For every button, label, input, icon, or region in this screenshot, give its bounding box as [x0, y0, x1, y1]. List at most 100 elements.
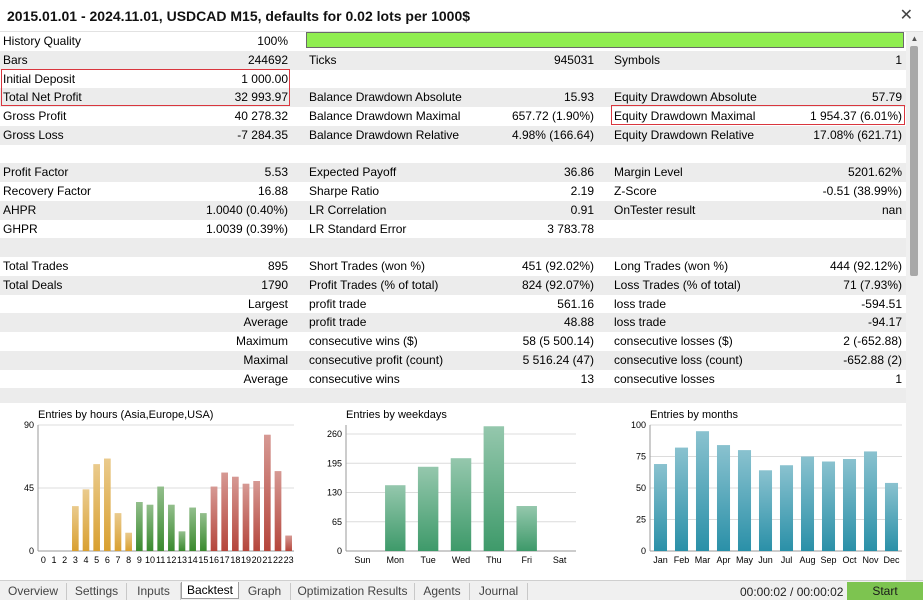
tab-optimization-results[interactable]: Optimization Results	[291, 583, 415, 600]
report-value-1: -7 284.35	[237, 127, 288, 142]
report-value-1: 1.0039 (0.39%)	[205, 221, 288, 236]
report-value-1: 1 000.00	[241, 71, 288, 86]
report-label-1: Total Net Profit	[3, 90, 82, 105]
tab-graph[interactable]: Graph	[239, 583, 291, 600]
tab-journal[interactable]: Journal	[470, 583, 528, 600]
tab-inputs[interactable]: Inputs	[127, 583, 181, 600]
report-row	[0, 145, 906, 164]
chart-bar-shine	[516, 506, 537, 551]
chart-bar-shine	[146, 504, 154, 551]
x-tick-label: Sun	[354, 555, 370, 565]
report-value-2: 945031	[553, 52, 594, 67]
x-tick-label: Apr	[716, 555, 730, 565]
y-tick-label: 260	[327, 429, 342, 439]
chart-bar-shine	[253, 481, 260, 551]
chart-bar-shine	[136, 502, 143, 551]
report-value-2: 561.16	[557, 296, 594, 311]
tab-settings[interactable]: Settings	[67, 583, 127, 600]
y-tick-label: 0	[641, 546, 646, 556]
report-label-3: Long Trades (won %)	[614, 259, 729, 273]
x-tick-label: 18	[230, 555, 240, 565]
y-tick-label: 75	[636, 452, 646, 462]
chart-bar-shine	[695, 431, 710, 551]
x-tick-label: 16	[209, 555, 219, 565]
scroll-thumb[interactable]	[910, 46, 918, 276]
x-tick-label: Tue	[421, 555, 436, 565]
chart-bar-shine	[168, 504, 175, 551]
chart-title: Entries by hours (Asia,Europe,USA)	[38, 409, 213, 421]
x-tick-label: Jun	[758, 555, 773, 565]
title-bar: 2015.01.01 - 2024.11.01, USDCAD M15, def…	[0, 0, 923, 32]
report-row: Gross Profit 40 278.32 Balance Drawdown Ma…	[0, 107, 906, 126]
x-tick-label: 14	[188, 555, 198, 565]
tab-agents[interactable]: Agents	[415, 583, 470, 600]
x-tick-label: Fri	[521, 555, 532, 565]
report-row: Total Deals 1790 Profit Trades (% of total…	[0, 275, 906, 295]
report-label-1: GHPR	[3, 221, 38, 236]
y-tick-label: 90	[24, 420, 34, 430]
report-label-3: Symbols	[614, 52, 661, 67]
scroll-up-icon[interactable]: ▲	[906, 32, 923, 46]
chart-bar-shine	[779, 465, 794, 551]
report-label-2: consecutive profit (count)	[309, 352, 444, 367]
report-row: GHPR 1.0039 (0.39%) LR Standard Error 3 783…	[0, 220, 906, 239]
tab-overview[interactable]: Overview	[0, 583, 67, 600]
x-tick-label: Nov	[862, 555, 879, 565]
report-row: Maximum consecutive wins ($) 58 (5 500.14)…	[0, 332, 906, 351]
tab-backtest[interactable]: Backtest	[181, 582, 239, 599]
report-value-1: 40 278.32	[234, 109, 288, 123]
chart-bar-shine	[285, 535, 292, 551]
report-value-3: 1	[895, 371, 902, 386]
chart-bar-shine	[125, 532, 132, 551]
report-row: Profit Factor 5.53 Expected Payoff 36.86 Mar…	[0, 163, 906, 182]
report-value-3: 1 954.37 (6.01%)	[809, 109, 902, 123]
report-label-1: Maximum	[235, 334, 288, 348]
report-value-3: 5201.62%	[847, 165, 902, 180]
report-value-3: nan	[881, 202, 902, 217]
chart-0: Entries by hours (Asia,Europe,USA) 0 45 90 0…	[24, 409, 294, 565]
chart-bar-shine	[114, 513, 122, 551]
x-tick-label: 6	[105, 555, 110, 565]
vertical-scrollbar[interactable]: ▲	[906, 32, 923, 580]
report-label-1: Average	[243, 315, 288, 330]
report-label-3: Equity Drawdown Maximal	[614, 109, 756, 123]
chart-bar-shine	[884, 482, 899, 551]
report-label-2: consecutive wins	[309, 371, 400, 386]
x-tick-label: Jul	[781, 555, 793, 565]
charts-area: Entries by hours (Asia,Europe,USA) 0 45 90 0…	[0, 403, 906, 580]
x-tick-label: Wed	[452, 555, 470, 565]
report-label-2: consecutive wins ($)	[309, 334, 418, 348]
chart-bar-shine	[716, 445, 731, 551]
tab-bar: Overview Settings Inputs Backtest Graph …	[0, 580, 923, 600]
report-label-2: Ticks	[309, 52, 337, 67]
chart-bar-shine	[653, 464, 668, 551]
start-button[interactable]: Start	[847, 582, 923, 600]
x-tick-label: 20	[252, 555, 262, 565]
x-tick-label: 17	[220, 555, 230, 565]
report-value-2: 15.93	[563, 90, 594, 105]
report-row: Recovery Factor 16.88 Sharpe Ratio 2.19 Z-Sc…	[0, 182, 906, 201]
report-label-1: Profit Factor	[3, 165, 69, 180]
chart-bar-shine	[93, 464, 100, 551]
report-row: AHPR 1.0040 (0.40%) LR Correlation 0.91 OnTe…	[0, 200, 906, 220]
x-tick-label: Mon	[387, 555, 405, 565]
report-label-2: Expected Payoff	[309, 165, 397, 180]
x-tick-label: Dec	[883, 555, 900, 565]
x-tick-label: Jan	[653, 555, 668, 565]
x-tick-label: Sep	[820, 555, 836, 565]
y-tick-label: 25	[636, 515, 646, 525]
chart-title: Entries by months	[650, 409, 739, 421]
chart-bar-shine	[800, 456, 815, 551]
close-icon[interactable]: ✕	[900, 5, 913, 25]
strategy-tester-window: 2015.01.01 - 2024.11.01, USDCAD M15, def…	[0, 0, 923, 600]
chart-bar-shine	[210, 486, 218, 551]
report-row: Bars 244692 Ticks 945031 Symbols 1	[0, 50, 906, 70]
report-value-2: 3 783.78	[547, 221, 594, 236]
report-value-1: 16.88	[257, 184, 288, 198]
report-label-1: Initial Deposit	[3, 71, 76, 86]
report-label-1: Maximal	[243, 352, 288, 367]
history-quality-bar	[306, 32, 904, 48]
y-tick-label: 45	[24, 483, 34, 493]
x-tick-label: 4	[83, 555, 88, 565]
x-tick-label: 1	[51, 555, 56, 565]
